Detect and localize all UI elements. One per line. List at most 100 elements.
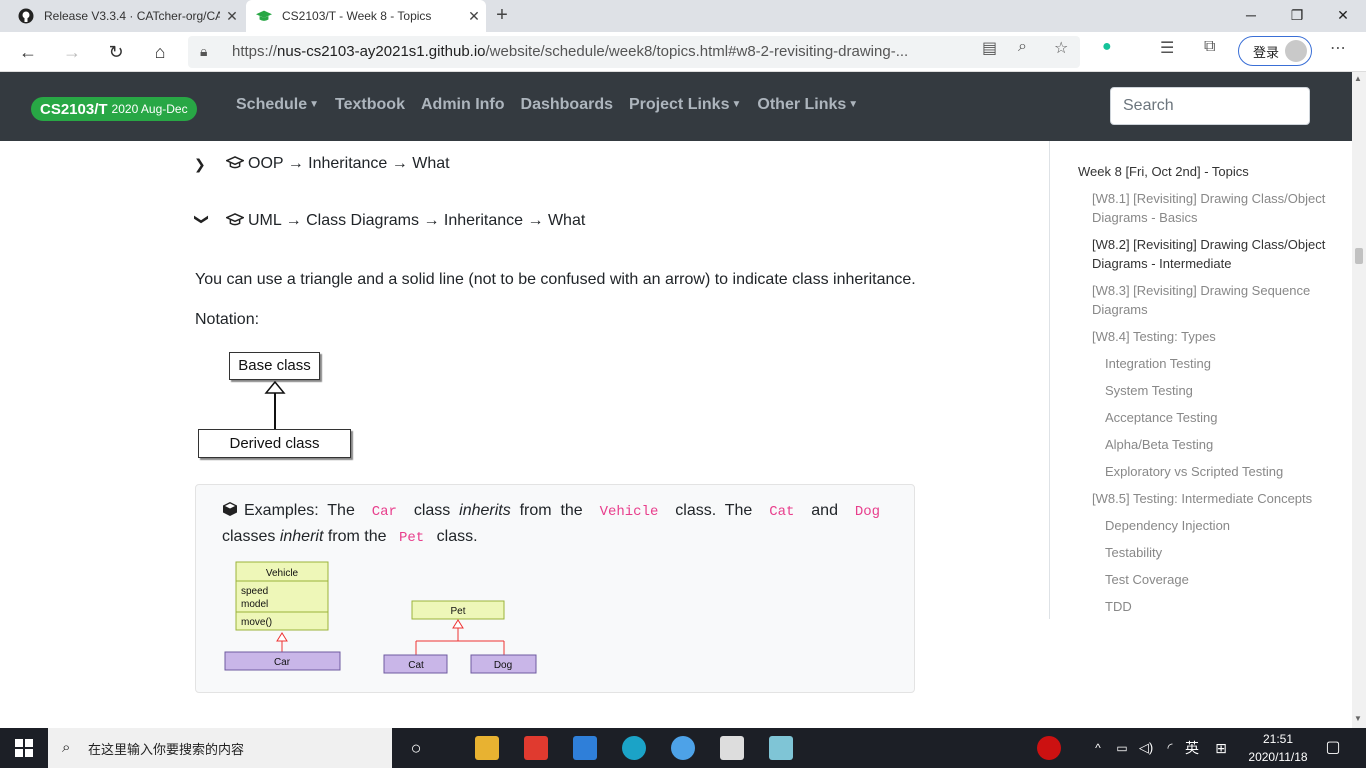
notation-label: Notation:	[195, 311, 260, 328]
search-icon: ⌕	[62, 739, 71, 756]
notes-app-icon[interactable]	[769, 736, 793, 760]
toc-item-test-coverage[interactable]: Test Coverage	[1105, 570, 1189, 589]
taskbar-search-input[interactable]: ⌕ 在这里输入你要搜索的内容	[48, 728, 392, 768]
graduation-cap-icon	[224, 156, 246, 172]
toc-item-exploratory-testing[interactable]: Exploratory vs Scripted Testing	[1105, 462, 1283, 481]
windows-taskbar: ⌕ 在这里输入你要搜索的内容 ○ ^ ▭ ◁) ◜ 英 ⊞ 21:51 2020…	[0, 728, 1366, 768]
url-prefix: https://	[232, 43, 278, 60]
taskbar-search-placeholder: 在这里输入你要搜索的内容	[88, 741, 245, 757]
toc-item-tdd[interactable]: TDD	[1105, 597, 1132, 616]
caret-down-icon: ▼	[848, 99, 859, 110]
toc-item-w8-3[interactable]: [W8.3] [Revisiting] Drawing Sequence Dia…	[1092, 281, 1332, 319]
toc-item-w8-5[interactable]: [W8.5] Testing: Intermediate Concepts	[1092, 489, 1332, 508]
toc-heading[interactable]: Week 8 [Fri, Oct 2nd] - Topics	[1078, 162, 1338, 181]
edge-browser-icon[interactable]	[622, 736, 646, 760]
toggle-uml-inheritance[interactable]: ❯ UML → Class Diagrams → Inheritance → W…	[194, 212, 586, 230]
toc-item-testability[interactable]: Testability	[1105, 543, 1162, 562]
volume-icon[interactable]: ◁)	[1136, 728, 1156, 768]
toc-item-integration-testing[interactable]: Integration Testing	[1105, 354, 1211, 373]
page-scrollbar[interactable]: ▲ ▼	[1352, 72, 1366, 728]
graduation-cap-icon	[256, 8, 272, 24]
favorites-list-icon[interactable]: ☰	[1160, 38, 1174, 58]
restore-icon[interactable]: ❐	[1274, 0, 1320, 32]
avatar	[1285, 40, 1307, 62]
zoom-icon[interactable]: ⌕	[1018, 38, 1027, 56]
mail-icon[interactable]	[573, 736, 597, 760]
nav-dashboards[interactable]: Dashboards	[513, 96, 621, 114]
site-search-input[interactable]: Search	[1110, 87, 1310, 125]
reader-app-icon[interactable]	[720, 736, 744, 760]
toc-sidebar: Week 8 [Fri, Oct 2nd] - Topics [W8.1] [R…	[1049, 141, 1352, 619]
grammarly-icon[interactable]: ●	[1102, 38, 1112, 56]
tab-week8-topics[interactable]: CS2103/T - Week 8 - Topics ✕	[246, 0, 486, 32]
keyboard-layout-icon[interactable]: ⊞	[1210, 728, 1232, 768]
ime-indicator[interactable]: 英	[1181, 728, 1203, 768]
app-red-icon[interactable]	[524, 736, 548, 760]
toc-item-dependency-injection[interactable]: Dependency Injection	[1105, 516, 1230, 535]
home-icon[interactable]: ⌂	[146, 38, 174, 66]
login-label: 登录	[1253, 44, 1280, 60]
url-path: /website/schedule/week8/topics.html#w8-2…	[485, 43, 909, 60]
brand-title: CS2103/T	[40, 100, 108, 118]
system-clock[interactable]: 21:51 2020/11/18	[1238, 730, 1318, 766]
reader-mode-icon[interactable]: ▤	[982, 38, 997, 58]
code-cat: Cat	[769, 504, 795, 520]
url-field[interactable]: 🔒︎ https://nus-cs2103-ay2021s1.github.io…	[188, 36, 1080, 68]
toggle-oop-inheritance[interactable]: ❯ OOP → Inheritance → What	[194, 155, 450, 173]
battery-icon[interactable]: ▭	[1112, 728, 1132, 768]
code-dog: Dog	[854, 504, 881, 520]
nav-schedule[interactable]: Schedule ▼	[228, 96, 327, 114]
toc-item-acceptance-testing[interactable]: Acceptance Testing	[1105, 408, 1218, 427]
caret-down-icon: ▼	[731, 99, 742, 110]
example-text: Examples: The Car class inherits from th…	[222, 499, 888, 550]
more-menu-icon[interactable]: ⋯	[1330, 38, 1346, 58]
vehicle-attr-speed: speed	[241, 586, 268, 597]
toc-item-w8-4[interactable]: [W8.4] Testing: Types	[1092, 327, 1332, 346]
nav-admin-info[interactable]: Admin Info	[413, 96, 513, 114]
app-blue-icon[interactable]	[671, 736, 695, 760]
new-tab-icon[interactable]: +	[490, 4, 514, 28]
windows-start-icon[interactable]	[0, 728, 48, 768]
toc-item-alpha-beta-testing[interactable]: Alpha/Beta Testing	[1105, 435, 1213, 454]
login-button[interactable]: 登录	[1238, 36, 1312, 66]
scroll-up-icon[interactable]: ▲	[1354, 74, 1362, 83]
scrollbar-thumb[interactable]	[1355, 248, 1363, 264]
file-explorer-icon[interactable]	[475, 736, 499, 760]
vehicle-class-name: Vehicle	[266, 568, 299, 579]
collections-icon[interactable]: ⧉	[1204, 38, 1215, 56]
favorite-star-icon[interactable]: ☆	[1054, 38, 1068, 58]
antivirus-tray-icon[interactable]	[1037, 736, 1061, 760]
lock-icon: 🔒︎	[200, 43, 208, 59]
clock-date: 2020/11/18	[1248, 750, 1308, 764]
tab-title: CS2103/T - Week 8 - Topics	[282, 9, 432, 23]
minimize-icon[interactable]: ─	[1228, 0, 1274, 32]
close-tab-icon[interactable]: ✕	[462, 8, 486, 25]
toc-item-system-testing[interactable]: System Testing	[1105, 381, 1193, 400]
toc-item-w8-2[interactable]: [W8.2] [Revisiting] Drawing Class/Object…	[1092, 235, 1332, 273]
forward-icon[interactable]: →	[58, 38, 86, 66]
notifications-icon[interactable]: ▢	[1320, 728, 1346, 768]
intro-text: You can use a triangle and a solid line …	[195, 271, 916, 288]
close-window-icon[interactable]: ✕	[1320, 0, 1366, 32]
toc-item-w8-1[interactable]: [W8.1] [Revisiting] Drawing Class/Object…	[1092, 189, 1332, 227]
refresh-icon[interactable]: ↻	[102, 38, 130, 66]
inheritance-arrow	[264, 380, 286, 429]
show-hidden-icons[interactable]: ^	[1088, 728, 1108, 768]
close-tab-icon[interactable]: ✕	[220, 8, 244, 25]
url-host: nus-cs2103-ay2021s1.github.io	[277, 43, 486, 60]
nav-other-links[interactable]: Other Links ▼	[749, 96, 866, 114]
wifi-icon[interactable]: ◜	[1160, 728, 1180, 768]
nav-project-links[interactable]: Project Links ▼	[621, 96, 749, 114]
vehicle-op-move: move()	[241, 617, 272, 628]
task-view-icon[interactable]: ○	[402, 728, 430, 768]
tab-catcher-release[interactable]: Release V3.3.4 · CATcher-org/CAT ✕	[10, 0, 244, 32]
main-content: ❯ OOP → Inheritance → What ❯ UML → Class…	[0, 141, 1050, 729]
scroll-down-icon[interactable]: ▼	[1354, 714, 1362, 723]
code-vehicle: Vehicle	[599, 504, 659, 520]
back-icon[interactable]: ←	[14, 38, 42, 66]
nav-textbook[interactable]: Textbook	[327, 96, 413, 114]
brand-badge[interactable]: CS2103/T 2020 Aug-Dec	[31, 97, 197, 121]
chevron-right-icon: ❯	[194, 155, 206, 172]
github-icon	[18, 8, 34, 24]
vehicle-attr-model: model	[241, 599, 268, 610]
